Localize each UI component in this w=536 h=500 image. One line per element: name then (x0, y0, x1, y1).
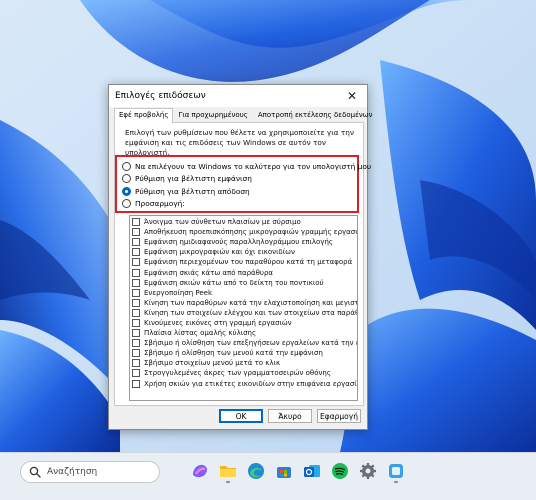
checkbox-item[interactable]: Κινούμενες εικόνες στη γραμμή εργασιών (130, 318, 357, 328)
running-indicator (394, 481, 398, 483)
checkbox-label: Εμφάνιση μικρογραφιών και όχι εικονιδίων (144, 248, 295, 257)
ok-button[interactable]: OK (219, 409, 263, 423)
checkbox-label: Κίνηση των παραθύρων κατά την ελαχιστοπο… (144, 298, 358, 307)
radio-label: Να επιλέγουν τα Windows το καλύτερο για … (135, 161, 372, 171)
radio-custom[interactable]: Προσαρμογή: (122, 198, 357, 211)
tab-advanced[interactable]: Για προχωρημένους (173, 108, 252, 122)
copilot-icon[interactable] (190, 461, 210, 481)
checkbox-item[interactable]: Σβήσιμο ή ολίσθηση των επεξηγήσεων εργαλ… (130, 338, 357, 348)
checkbox-label: Κίνηση των στοιχείων ελέγχου και των στο… (144, 308, 358, 317)
checkbox-icon (132, 308, 140, 317)
checkbox-label: Εμφάνιση σκιών κάτω από το δείκτη του πο… (144, 278, 324, 287)
visual-effects-checkbox-list[interactable]: Άνοιγμα των σύνθετων πλαισίων με σύρσιμο… (129, 215, 358, 401)
search-icon (29, 466, 41, 478)
tab-data-execution-prevention[interactable]: Αποτροπή εκτέλεσης δεδομένων (253, 108, 378, 122)
radio-button-icon (122, 174, 131, 184)
taskbar-search-box[interactable]: Αναζήτηση (20, 461, 160, 483)
checkbox-label: Εμφάνιση περιεχομένων του παραθύρου κατά… (144, 258, 353, 267)
radio-label: Προσαρμογή: (135, 199, 185, 209)
microsoft-store-icon[interactable] (274, 461, 294, 481)
checkbox-icon (132, 329, 140, 338)
radio-let-windows-choose[interactable]: Να επιλέγουν τα Windows το καλύτερο για … (122, 160, 371, 173)
checkbox-icon (132, 339, 140, 348)
checkbox-label: Εμφάνιση σκιάς κάτω από παράθυρα (144, 268, 274, 277)
checkbox-icon (132, 248, 140, 257)
checkbox-label: Ενεργοποίηση Peek (144, 288, 213, 297)
checkbox-icon (132, 278, 140, 287)
radio-best-appearance[interactable]: Ρύθμιση για βέλτιστη εμφάνιση (122, 173, 357, 186)
checkbox-item[interactable]: Κίνηση των παραθύρων κατά την ελαχιστοπο… (130, 298, 357, 308)
checkbox-icon (132, 218, 140, 227)
checkbox-item[interactable]: Χρήση σκιών για ετικέτες εικονιδίων στην… (130, 379, 357, 389)
checkbox-item[interactable]: Στρογγυλεμένες άκρες των γραμματοσειρών … (130, 368, 357, 378)
radio-button-icon (122, 161, 131, 171)
checkbox-item[interactable]: Εμφάνιση σκιάς κάτω από παράθυρα (130, 267, 357, 277)
close-icon: ✕ (346, 89, 358, 103)
performance-options-dialog: Επιλογές επιδόσεων ✕ Εφέ προβολής Για πρ… (108, 84, 373, 430)
dialog-title: Επιλογές επιδόσεων (115, 91, 206, 101)
checkbox-item[interactable]: Άνοιγμα των σύνθετων πλαισίων με σύρσιμο (130, 217, 357, 227)
file-explorer-icon[interactable] (218, 461, 238, 481)
radio-button-icon (122, 199, 131, 209)
running-indicator (226, 481, 230, 483)
checkbox-item[interactable]: Ενεργοποίηση Peek (130, 288, 357, 298)
checkbox-item[interactable]: Εμφάνιση ημιδιαφανούς παραλληλογράμμου ε… (130, 237, 357, 247)
checkbox-label: Πλαίσια λίστας ομαλής κύλισης (144, 329, 257, 338)
checkbox-item[interactable]: Πλαίσια λίστας ομαλής κύλισης (130, 328, 357, 338)
checkbox-icon (132, 359, 140, 368)
panel-description: Επιλογή των ρυθμίσεων που θέλετε να χρησ… (125, 128, 354, 157)
radio-button-selected-icon (122, 186, 131, 196)
checkbox-item[interactable]: Σβήσιμο ή ολίσθηση των μενού κατά την εμ… (130, 348, 357, 358)
taskbar: Αναζήτηση (0, 452, 536, 500)
checkbox-label: Σβήσιμο στοιχείων μενού μετά το κλικ (144, 359, 281, 368)
tab-visual-effects[interactable]: Εφέ προβολής (114, 108, 174, 123)
spotify-icon[interactable] (330, 461, 350, 481)
settings-icon[interactable] (358, 461, 378, 481)
checkbox-icon (132, 379, 140, 388)
tab-strip: Εφέ προβολής Για προχωρημένους Αποτροπή … (114, 108, 373, 123)
checkbox-icon (132, 238, 140, 247)
checkbox-item[interactable]: Κίνηση των στοιχείων ελέγχου και των στο… (130, 308, 357, 318)
checkbox-label: Σβήσιμο ή ολίσθηση των επεξηγήσεων εργαλ… (144, 339, 357, 348)
checkbox-icon (132, 228, 140, 237)
checkbox-label: Κινούμενες εικόνες στη γραμμή εργασιών (144, 318, 292, 327)
checkbox-icon (132, 349, 140, 358)
radio-label: Ρύθμιση για βέλτιστη εμφάνιση (135, 174, 252, 184)
checkbox-item[interactable]: Αποθήκευση προεπισκόπησης μικρογραφιών γ… (130, 227, 357, 237)
checkbox-label: Άνοιγμα των σύνθετων πλαισίων με σύρσιμο (144, 218, 301, 227)
dialog-titlebar[interactable]: Επιλογές επιδόσεων ✕ (109, 85, 367, 107)
cancel-button[interactable]: Άκυρο (268, 409, 312, 423)
checkbox-icon (132, 268, 140, 277)
dialog-button-row: OK Άκυρο Εφαρμογή (219, 409, 361, 423)
edge-icon[interactable] (246, 461, 266, 481)
radio-label: Ρύθμιση για βέλτιστη απόδοση (135, 186, 250, 196)
checkbox-item[interactable]: Εμφάνιση σκιών κάτω από το δείκτη του πο… (130, 278, 357, 288)
visual-effects-panel: Επιλογή των ρυθμίσεων που θέλετε να χρησ… (114, 122, 371, 406)
checkbox-icon (132, 288, 140, 297)
checkbox-icon (132, 258, 140, 267)
checkbox-label: Στρογγυλεμένες άκρες των γραμματοσειρών … (144, 369, 331, 378)
checkbox-label: Χρήση σκιών για ετικέτες εικονιδίων στην… (144, 379, 358, 388)
checkbox-item[interactable]: Εμφάνιση μικρογραφιών και όχι εικονιδίων (130, 247, 357, 257)
search-placeholder: Αναζήτηση (47, 467, 98, 477)
checkbox-icon (132, 369, 140, 378)
checkbox-label: Αποθήκευση προεπισκόπησης μικρογραφιών γ… (144, 228, 358, 237)
radio-group-highlighted: Να επιλέγουν τα Windows το καλύτερο για … (115, 155, 371, 213)
checkbox-item[interactable]: Εμφάνιση περιεχομένων του παραθύρου κατά… (130, 257, 357, 267)
app-icon[interactable] (386, 461, 406, 481)
checkbox-label: Εμφάνιση ημιδιαφανούς παραλληλογράμμου ε… (144, 238, 333, 247)
checkbox-item[interactable]: Σβήσιμο στοιχείων μενού μετά το κλικ (130, 358, 357, 368)
apply-button[interactable]: Εφαρμογή (317, 409, 361, 423)
outlook-icon[interactable] (302, 461, 322, 481)
close-button[interactable]: ✕ (343, 87, 361, 105)
checkbox-icon (132, 298, 140, 307)
radio-best-performance[interactable]: Ρύθμιση για βέλτιστη απόδοση (122, 185, 357, 198)
checkbox-icon (132, 318, 140, 327)
checkbox-label: Σβήσιμο ή ολίσθηση των μενού κατά την εμ… (144, 349, 323, 358)
